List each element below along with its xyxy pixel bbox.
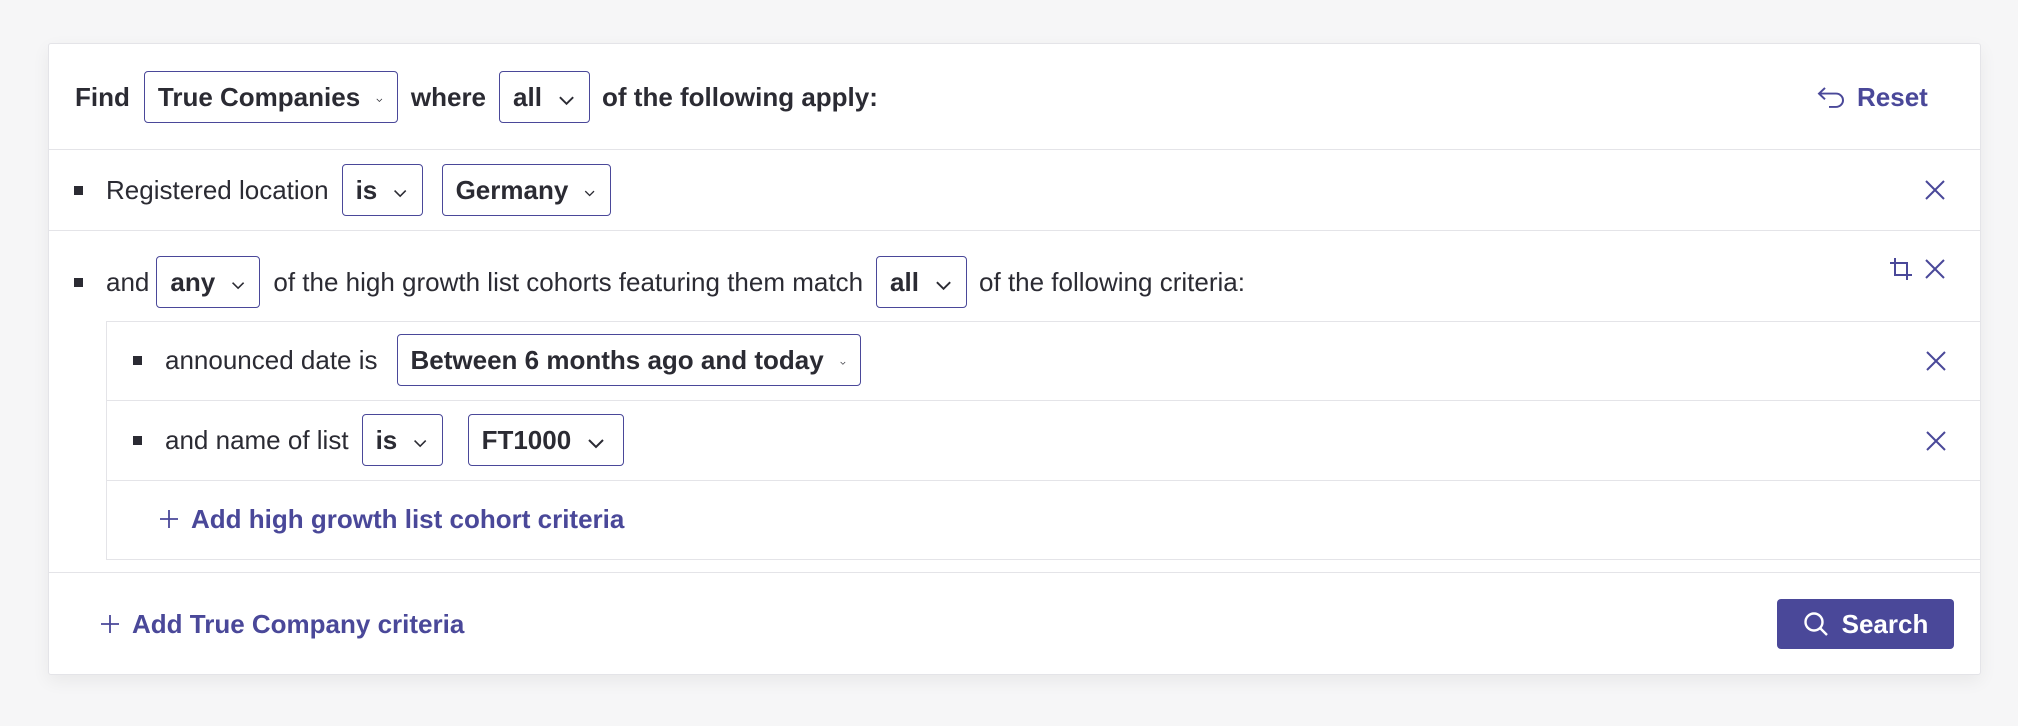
and-label: and — [106, 266, 150, 297]
cohort-quantifier-value: any — [170, 266, 216, 297]
crop-button[interactable] — [1887, 255, 1915, 283]
close-icon — [1925, 259, 1945, 279]
nested-label: announced date is — [165, 344, 378, 375]
cohort-quantifier-select[interactable]: any — [156, 256, 261, 308]
search-label: Search — [1841, 608, 1929, 639]
criteria-row-cohort-group: and any of the high growth list cohorts … — [74, 255, 1980, 309]
remove-nested-criteria-button[interactable] — [1922, 427, 1950, 455]
add-cohort-criteria-label: Add high growth list cohort criteria — [191, 503, 625, 534]
inner-quantifier-value: all — [890, 266, 919, 297]
criteria-label: Registered location — [106, 174, 329, 205]
search-icon — [1803, 612, 1828, 636]
list-name-value: FT1000 — [481, 424, 572, 455]
header-suffix-label: of the following apply: — [602, 81, 878, 112]
quantifier-select[interactable]: all — [499, 71, 591, 123]
divider — [49, 572, 1980, 573]
reset-button[interactable]: Reset — [1817, 77, 1928, 117]
quantifier-select-value: all — [513, 81, 542, 112]
entity-select[interactable]: True Companies — [143, 71, 398, 123]
find-label: Find — [75, 81, 130, 112]
chevron-down-icon — [840, 361, 846, 365]
chevron-down-icon — [232, 282, 245, 290]
inner-quantifier-select[interactable]: all — [876, 256, 968, 308]
bullet — [74, 185, 83, 195]
chevron-down-icon — [394, 190, 407, 198]
search-button[interactable]: Search — [1777, 599, 1954, 649]
close-icon — [1925, 180, 1945, 200]
plus-icon — [160, 510, 178, 528]
nested-label: and name of list — [165, 424, 349, 455]
chevron-down-icon — [585, 190, 595, 197]
criteria-row-location: Registered location is Germany — [74, 163, 1980, 217]
add-cohort-criteria-button[interactable]: Add high growth list cohort criteria — [159, 497, 624, 541]
remove-group-button[interactable] — [1921, 255, 1949, 283]
remove-criteria-button[interactable] — [1921, 176, 1949, 204]
query-builder-card: Find True Companies where all of the fol… — [48, 43, 1981, 675]
list-name-select[interactable]: FT1000 — [467, 414, 624, 466]
chevron-down-icon — [414, 440, 427, 448]
bullet — [74, 277, 83, 287]
reset-label: Reset — [1857, 81, 1928, 112]
divider — [107, 480, 1981, 481]
remove-nested-criteria-button[interactable] — [1922, 347, 1950, 375]
operator-select-value: is — [355, 174, 378, 205]
add-company-criteria-label: Add True Company criteria — [132, 608, 465, 639]
undo-icon — [1817, 87, 1844, 108]
operator-select[interactable]: is — [341, 164, 423, 216]
cohort-suffix-label: of the following criteria: — [979, 266, 1245, 297]
location-value-select[interactable]: Germany — [441, 164, 611, 216]
divider — [49, 230, 1980, 231]
cohort-middle-label: of the high growth list cohorts featurin… — [273, 266, 864, 297]
nested-row-list-name: and name of list is FT1000 — [133, 413, 1981, 467]
where-label: where — [410, 81, 487, 112]
add-company-criteria-button[interactable]: Add True Company criteria — [100, 602, 464, 646]
bullet — [133, 435, 142, 445]
crop-icon — [1890, 258, 1912, 280]
list-operator-select[interactable]: is — [361, 414, 443, 466]
list-operator-value: is — [375, 424, 398, 455]
nested-row-announced-date: announced date is Between 6 months ago a… — [133, 333, 1981, 387]
chevron-down-icon — [936, 281, 951, 291]
entity-select-value: True Companies — [157, 81, 361, 112]
location-value: Germany — [455, 174, 569, 205]
chevron-down-icon — [588, 439, 604, 449]
chevron-down-icon — [559, 96, 574, 106]
close-icon — [1926, 431, 1946, 451]
nested-criteria-group: announced date is Between 6 months ago a… — [106, 321, 1981, 560]
divider — [49, 149, 1980, 150]
query-header: Find True Companies where all of the fol… — [75, 70, 1980, 124]
bullet — [133, 355, 142, 365]
close-icon — [1926, 351, 1946, 371]
divider — [107, 400, 1981, 401]
plus-icon — [101, 615, 119, 633]
chevron-down-icon — [376, 98, 383, 103]
date-range-select[interactable]: Between 6 months ago and today — [396, 334, 861, 386]
date-range-value: Between 6 months ago and today — [410, 344, 824, 375]
